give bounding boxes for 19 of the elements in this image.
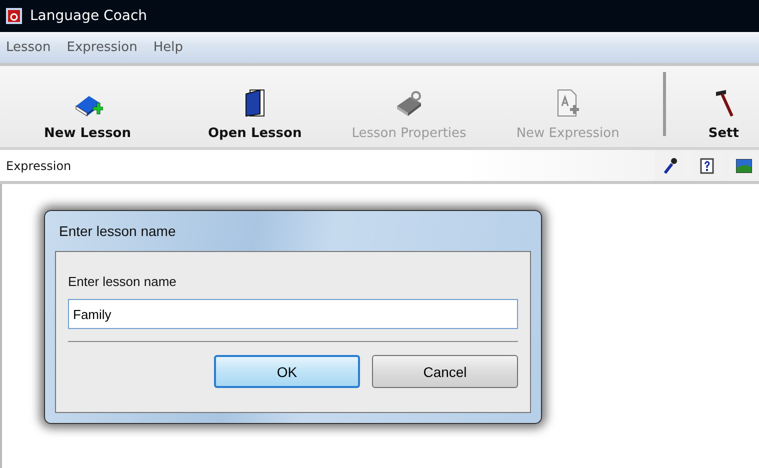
toolbar-button[interactable]: Sett — [696, 86, 751, 141]
image-icon — [736, 158, 752, 172]
dialog-button[interactable]: Cancel — [372, 355, 518, 388]
book-icon — [244, 88, 266, 118]
dialog-title: Enter lesson name — [58, 222, 176, 241]
app-icon — [6, 8, 22, 24]
window-title: Language Coach — [30, 8, 148, 24]
menu-item[interactable]: Expression — [66, 40, 138, 55]
toolbar-button[interactable]: Open Lesson — [196, 86, 314, 141]
dialog-button[interactable]: OK — [214, 355, 360, 388]
toolbar-button[interactable]: New Lesson — [32, 86, 143, 141]
menu-item[interactable]: Help — [153, 40, 183, 55]
document-plus-icon — [556, 88, 580, 118]
menu-item[interactable]: Lesson — [6, 40, 51, 55]
panel-title: Expression — [6, 158, 72, 172]
field-label: Enter lesson name — [68, 274, 176, 289]
lesson-name-field[interactable]: Family — [68, 299, 518, 329]
microphone-icon — [663, 158, 677, 174]
help-icon — [700, 158, 714, 174]
